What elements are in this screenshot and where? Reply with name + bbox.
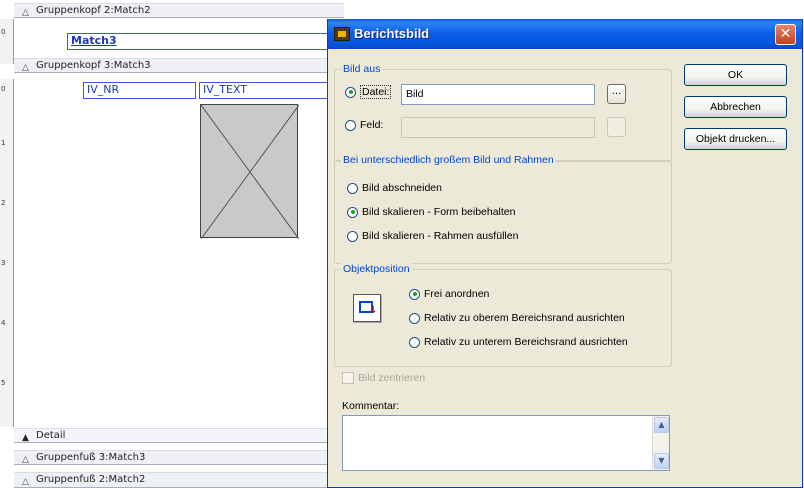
radio-indicator[interactable] — [347, 206, 358, 218]
browse-field-button — [607, 117, 626, 137]
vertical-ruler-main: 0 1 2 3 4 5 — [0, 79, 14, 427]
groupbox-bildgroesse: Bei unterschiedlich großem Bild und Rahm… — [334, 154, 672, 264]
report-field-iv-nr[interactable]: IV_NR — [83, 82, 196, 99]
band-header-detail[interactable]: ▲ Detail — [14, 428, 344, 443]
ruler-number: 3 — [1, 259, 6, 267]
browse-file-button[interactable]: ... — [607, 84, 626, 104]
radio-relativ-oberem[interactable]: Relativ zu oberem Bereichsrand ausrichte… — [409, 312, 625, 324]
checkbox-bild-zentrieren: Bild zentrieren — [342, 372, 425, 384]
ruler-number: 5 — [1, 379, 6, 387]
radio-indicator[interactable] — [347, 230, 358, 242]
band-header-label: Gruppenfuß 2:Match2 — [36, 474, 146, 485]
band-header-gruppenkopf2[interactable]: △ Gruppenkopf 2:Match2 — [14, 3, 344, 18]
groupbox-legend: Objektposition — [341, 263, 412, 275]
dialog-title: Berichtsbild — [354, 26, 430, 41]
radio-indicator[interactable] — [409, 312, 420, 324]
band-header-gruppenkopf3[interactable]: △ Gruppenkopf 3:Match3 — [14, 58, 344, 73]
report-field-match3[interactable]: Match3 — [67, 33, 345, 50]
radio-label: Bild skalieren - Rahmen ausfüllen — [362, 230, 519, 242]
ruler-number: 2 — [1, 199, 6, 207]
groupbox-objektposition: Objektposition ↓ Frei anordnen Relativ z… — [334, 263, 672, 367]
collapse-icon[interactable]: △ — [22, 6, 29, 20]
radio-label: Datei: — [360, 85, 392, 99]
band-header-label: Gruppenkopf 2:Match2 — [36, 5, 151, 16]
kommentar-scrollbar[interactable]: ▲ ▼ — [652, 416, 669, 470]
band-header-label: Detail — [36, 430, 66, 441]
image-app-icon — [334, 27, 350, 41]
groupbox-bild-aus: Bild aus Datei: Bild ... Feld: — [334, 63, 672, 162]
radio-datei[interactable]: Datei: — [345, 85, 392, 99]
radio-label: Bild skalieren - Form beibehalten — [362, 206, 516, 218]
radio-bild-abschneiden[interactable]: Bild abschneiden — [347, 182, 442, 194]
expand-icon[interactable]: ▲ — [22, 431, 29, 445]
print-object-button[interactable]: Objekt drucken... — [684, 128, 787, 150]
close-button[interactable]: ✕ — [775, 24, 796, 45]
radio-label: Bild abschneiden — [362, 182, 442, 194]
band-header-label: Gruppenfuß 3:Match3 — [36, 452, 146, 463]
ruler-number: 0 — [1, 28, 6, 36]
checkbox-indicator — [342, 372, 354, 384]
radio-indicator[interactable] — [409, 336, 420, 348]
cancel-button[interactable]: Abbrechen — [684, 96, 787, 118]
feld-input — [401, 117, 595, 138]
image-placeholder-cross-icon — [201, 105, 299, 239]
berichtsbild-dialog: Berichtsbild ✕ Bild aus Datei: Bild ... … — [327, 19, 803, 488]
datei-input[interactable]: Bild — [401, 84, 595, 105]
collapse-icon[interactable]: △ — [22, 475, 29, 488]
report-image-placeholder[interactable] — [200, 104, 299, 239]
radio-indicator[interactable] — [345, 86, 356, 98]
radio-indicator[interactable] — [347, 182, 358, 194]
band-header-gruppenfuss3[interactable]: △ Gruppenfuß 3:Match3 — [14, 450, 344, 465]
dialog-titlebar[interactable]: Berichtsbild ✕ — [328, 19, 802, 49]
groupbox-legend: Bei unterschiedlich großem Bild und Rahm… — [341, 154, 556, 166]
collapse-icon[interactable]: △ — [22, 61, 29, 75]
radio-label: Relativ zu unterem Bereichsrand ausricht… — [424, 336, 628, 348]
ruler-number: 1 — [1, 139, 6, 147]
kommentar-textarea[interactable]: ▲ ▼ — [342, 415, 670, 471]
checkbox-label: Bild zentrieren — [358, 372, 426, 384]
scroll-down-icon[interactable]: ▼ — [654, 453, 669, 469]
band-header-gruppenfuss2[interactable]: △ Gruppenfuß 2:Match2 — [14, 472, 344, 488]
radio-indicator[interactable] — [345, 119, 356, 131]
groupbox-legend: Bild aus — [341, 63, 383, 75]
object-position-icon: ↓ — [353, 294, 381, 322]
radio-indicator[interactable] — [409, 288, 420, 300]
radio-label: Relativ zu oberem Bereichsrand ausrichte… — [424, 312, 625, 324]
scroll-up-icon[interactable]: ▲ — [654, 417, 669, 433]
kommentar-label: Kommentar: — [342, 400, 400, 412]
ruler-number: 4 — [1, 319, 6, 327]
band-header-label: Gruppenkopf 3:Match3 — [36, 60, 151, 71]
ok-button[interactable]: OK — [684, 64, 787, 86]
collapse-icon[interactable]: △ — [22, 453, 29, 467]
report-field-iv-text[interactable]: IV_TEXT — [199, 82, 345, 99]
vertical-ruler-top: 0 — [0, 19, 14, 64]
radio-bild-skalieren-rahmen[interactable]: Bild skalieren - Rahmen ausfüllen — [347, 230, 518, 242]
radio-label: Frei anordnen — [424, 288, 490, 300]
radio-relativ-unterem[interactable]: Relativ zu unterem Bereichsrand ausricht… — [409, 336, 628, 348]
radio-feld[interactable]: Feld: — [345, 119, 383, 131]
radio-frei-anordnen[interactable]: Frei anordnen — [409, 288, 489, 300]
radio-label: Feld: — [360, 119, 384, 131]
radio-bild-skalieren-form[interactable]: Bild skalieren - Form beibehalten — [347, 206, 516, 218]
ruler-number: 0 — [1, 85, 6, 93]
